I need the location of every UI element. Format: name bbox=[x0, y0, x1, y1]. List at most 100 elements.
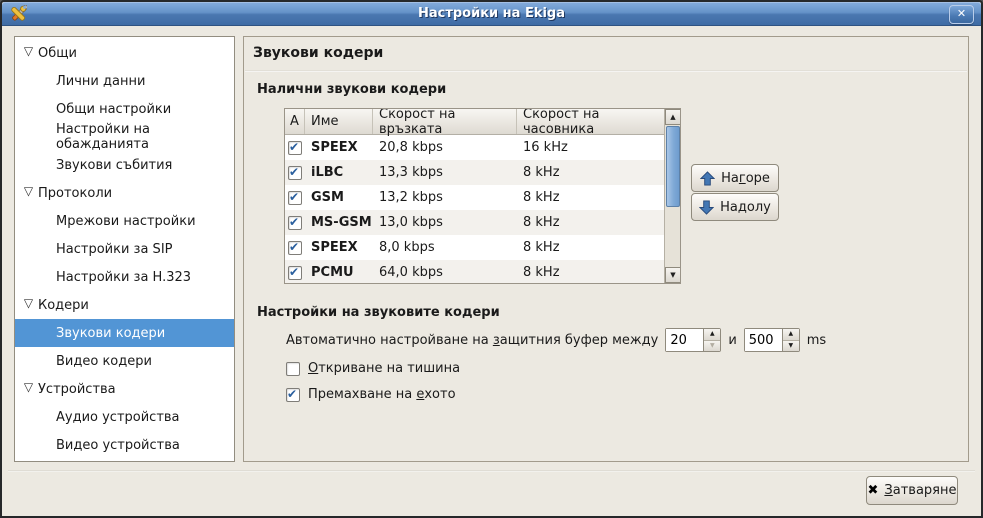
close-x-icon: ✖ bbox=[868, 483, 879, 498]
echo-cancellation-row[interactable]: Премахване на ехото bbox=[286, 387, 456, 402]
window-title: Настройки на Ekiga bbox=[2, 6, 981, 21]
sidebar-item-audio-codecs[interactable]: Звукови кодери bbox=[15, 319, 234, 347]
sidebar-item-personal-data[interactable]: Лични данни bbox=[15, 67, 234, 95]
jitter-and-label: и bbox=[728, 333, 736, 348]
spin-up-icon[interactable]: ▲ bbox=[783, 329, 799, 341]
vertical-scrollbar[interactable]: ▲ ▼ bbox=[664, 109, 680, 283]
sidebar-item-label: Настройки за SIP bbox=[56, 242, 173, 257]
scrollbar-thumb[interactable] bbox=[666, 126, 680, 207]
codec-bitrate: 13,2 kbps bbox=[373, 190, 517, 205]
codec-bitrate: 20,8 kbps bbox=[373, 140, 517, 155]
sidebar-item-label: Мрежови настройки bbox=[56, 214, 196, 229]
sidebar-item-devices[interactable]: Устройства bbox=[15, 375, 234, 403]
codec-active-checkbox[interactable] bbox=[288, 141, 302, 155]
table-row[interactable]: SPEEX 8,0 kbps 8 kHz bbox=[285, 235, 664, 260]
silence-detection-row[interactable]: Откриване на тишина bbox=[286, 361, 460, 376]
jitter-buffer-row: Автоматично настройване на защитния буфе… bbox=[286, 328, 826, 352]
sidebar-item-general-settings[interactable]: Общи настройки bbox=[15, 95, 234, 123]
silence-detection-label: Откриване на тишина bbox=[308, 361, 460, 376]
sidebar-item-sound-events[interactable]: Звукови събития bbox=[15, 151, 234, 179]
table-row[interactable]: PCMU 64,0 kbps 8 kHz bbox=[285, 260, 664, 284]
codec-active-checkbox[interactable] bbox=[288, 166, 302, 180]
sidebar-item-label: Устройства bbox=[38, 382, 116, 397]
sidebar-item-label: Настройки на обажданията bbox=[56, 122, 234, 152]
codec-name: MS-GSM bbox=[305, 215, 373, 230]
codec-bitrate: 64,0 kbps bbox=[373, 265, 517, 280]
table-row[interactable]: GSM 13,2 kbps 8 kHz bbox=[285, 185, 664, 210]
close-button-label: Затваряне bbox=[884, 483, 956, 498]
sidebar-item-label: Настройки за H.323 bbox=[56, 270, 191, 285]
sidebar-item-protocols[interactable]: Протоколи bbox=[15, 179, 234, 207]
column-header-active[interactable]: А bbox=[285, 109, 305, 134]
codec-active-checkbox[interactable] bbox=[288, 191, 302, 205]
jitter-unit-label: ms bbox=[807, 333, 826, 348]
sidebar-item-label: Аудио устройства bbox=[56, 410, 180, 425]
sidebar-item-sip-settings[interactable]: Настройки за SIP bbox=[15, 235, 234, 263]
titlebar[interactable]: Настройки на Ekiga ✕ bbox=[2, 2, 981, 26]
silence-detection-checkbox[interactable] bbox=[286, 362, 300, 376]
sidebar-item-label: Звукови кодери bbox=[56, 326, 165, 341]
expander-icon[interactable] bbox=[21, 380, 36, 395]
arrow-down-icon bbox=[699, 200, 714, 215]
tools-icon bbox=[9, 5, 27, 23]
sidebar-item-call-options[interactable]: Настройки на обажданията bbox=[15, 123, 234, 151]
codec-clockrate: 8 kHz bbox=[517, 240, 664, 255]
sidebar-item-label: Протоколи bbox=[38, 186, 112, 201]
expander-icon[interactable] bbox=[21, 184, 36, 199]
codec-active-checkbox[interactable] bbox=[288, 266, 302, 280]
codec-active-checkbox[interactable] bbox=[288, 241, 302, 255]
codec-bitrate: 8,0 kbps bbox=[373, 240, 517, 255]
codec-bitrate: 13,0 kbps bbox=[373, 215, 517, 230]
sidebar-item-codecs[interactable]: Кодери bbox=[15, 291, 234, 319]
table-row[interactable]: MS-GSM 13,0 kbps 8 kHz bbox=[285, 210, 664, 235]
sidebar-item-label: Видео устройства bbox=[56, 438, 180, 453]
codec-active-checkbox[interactable] bbox=[288, 216, 302, 230]
move-up-label: Нагоре bbox=[721, 171, 770, 186]
codec-clockrate: 8 kHz bbox=[517, 215, 664, 230]
expander-icon[interactable] bbox=[21, 296, 36, 311]
title-separator bbox=[245, 70, 967, 72]
jitter-min-spinner[interactable]: ▲▼ bbox=[665, 328, 721, 352]
sidebar-item-h323-settings[interactable]: Настройки за H.323 bbox=[15, 263, 234, 291]
codec-clockrate: 16 kHz bbox=[517, 140, 664, 155]
table-row[interactable]: iLBC 13,3 kbps 8 kHz bbox=[285, 160, 664, 185]
sidebar-item-label: Общи настройки bbox=[56, 102, 171, 117]
footer-separator bbox=[8, 470, 975, 472]
table-row[interactable]: SPEEX 20,8 kbps 16 kHz bbox=[285, 135, 664, 160]
spin-up-icon[interactable]: ▲ bbox=[704, 329, 720, 341]
sidebar-item-label: Общи bbox=[38, 46, 77, 61]
jitter-buffer-label: Автоматично настройване на защитния буфе… bbox=[286, 333, 658, 348]
codec-name: GSM bbox=[305, 190, 373, 205]
sidebar-item-label: Кодери bbox=[38, 298, 89, 313]
spin-down-icon[interactable]: ▼ bbox=[783, 341, 799, 352]
sidebar-item-audio-devices[interactable]: Аудио устройства bbox=[15, 403, 234, 431]
sidebar-item-network-settings[interactable]: Мрежови настройки bbox=[15, 207, 234, 235]
scroll-up-icon[interactable]: ▲ bbox=[665, 109, 681, 125]
sidebar-item-label: Видео кодери bbox=[56, 354, 152, 369]
jitter-max-spinner[interactable]: ▲▼ bbox=[744, 328, 800, 352]
sidebar-item-video-devices[interactable]: Видео устройства bbox=[15, 431, 234, 459]
spin-down-icon[interactable]: ▼ bbox=[704, 341, 720, 352]
sidebar-item-general[interactable]: Общи bbox=[15, 39, 234, 67]
codec-table[interactable]: А Име Скорост на връзката Скорост на час… bbox=[284, 108, 681, 284]
window-close-button[interactable]: ✕ bbox=[949, 5, 974, 24]
column-header-bitrate[interactable]: Скорост на връзката bbox=[373, 109, 517, 134]
codec-bitrate: 13,3 kbps bbox=[373, 165, 517, 180]
page-title: Звукови кодери bbox=[253, 45, 383, 61]
sidebar-item-video-codecs[interactable]: Видео кодери bbox=[15, 347, 234, 375]
move-down-button[interactable]: Надолу bbox=[691, 193, 779, 221]
expander-icon[interactable] bbox=[21, 44, 36, 59]
codec-name: iLBC bbox=[305, 165, 373, 180]
column-header-clockrate[interactable]: Скорост на часовника bbox=[517, 109, 664, 134]
jitter-max-input[interactable] bbox=[745, 329, 782, 351]
codec-clockrate: 8 kHz bbox=[517, 265, 664, 280]
jitter-min-input[interactable] bbox=[666, 329, 703, 351]
sidebar-item-label: Звукови събития bbox=[56, 158, 172, 173]
preferences-dialog: Настройки на Ekiga ✕ Общи Лични данни Об… bbox=[0, 0, 983, 518]
table-header: А Име Скорост на връзката Скорост на час… bbox=[285, 109, 664, 135]
close-button[interactable]: ✖ Затваряне bbox=[866, 476, 958, 505]
move-up-button[interactable]: Нагоре bbox=[691, 164, 779, 192]
scroll-down-icon[interactable]: ▼ bbox=[665, 267, 681, 283]
column-header-name[interactable]: Име bbox=[305, 109, 373, 134]
echo-cancellation-checkbox[interactable] bbox=[286, 388, 300, 402]
